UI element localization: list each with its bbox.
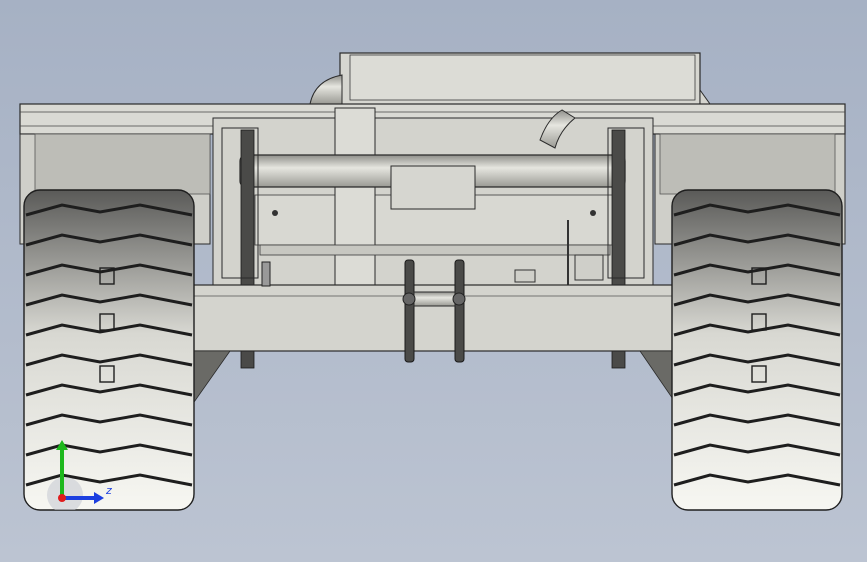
vehicle-chassis-model[interactable] <box>0 0 867 562</box>
z-axis-arrowhead <box>94 492 104 504</box>
z-axis-label: z <box>105 484 112 497</box>
right-tire <box>671 189 843 511</box>
cad-viewport[interactable]: z <box>0 0 867 562</box>
x-axis-dot <box>58 494 66 502</box>
y-axis-arrowhead <box>56 440 68 450</box>
coordinate-triad-icon: z <box>47 440 112 510</box>
